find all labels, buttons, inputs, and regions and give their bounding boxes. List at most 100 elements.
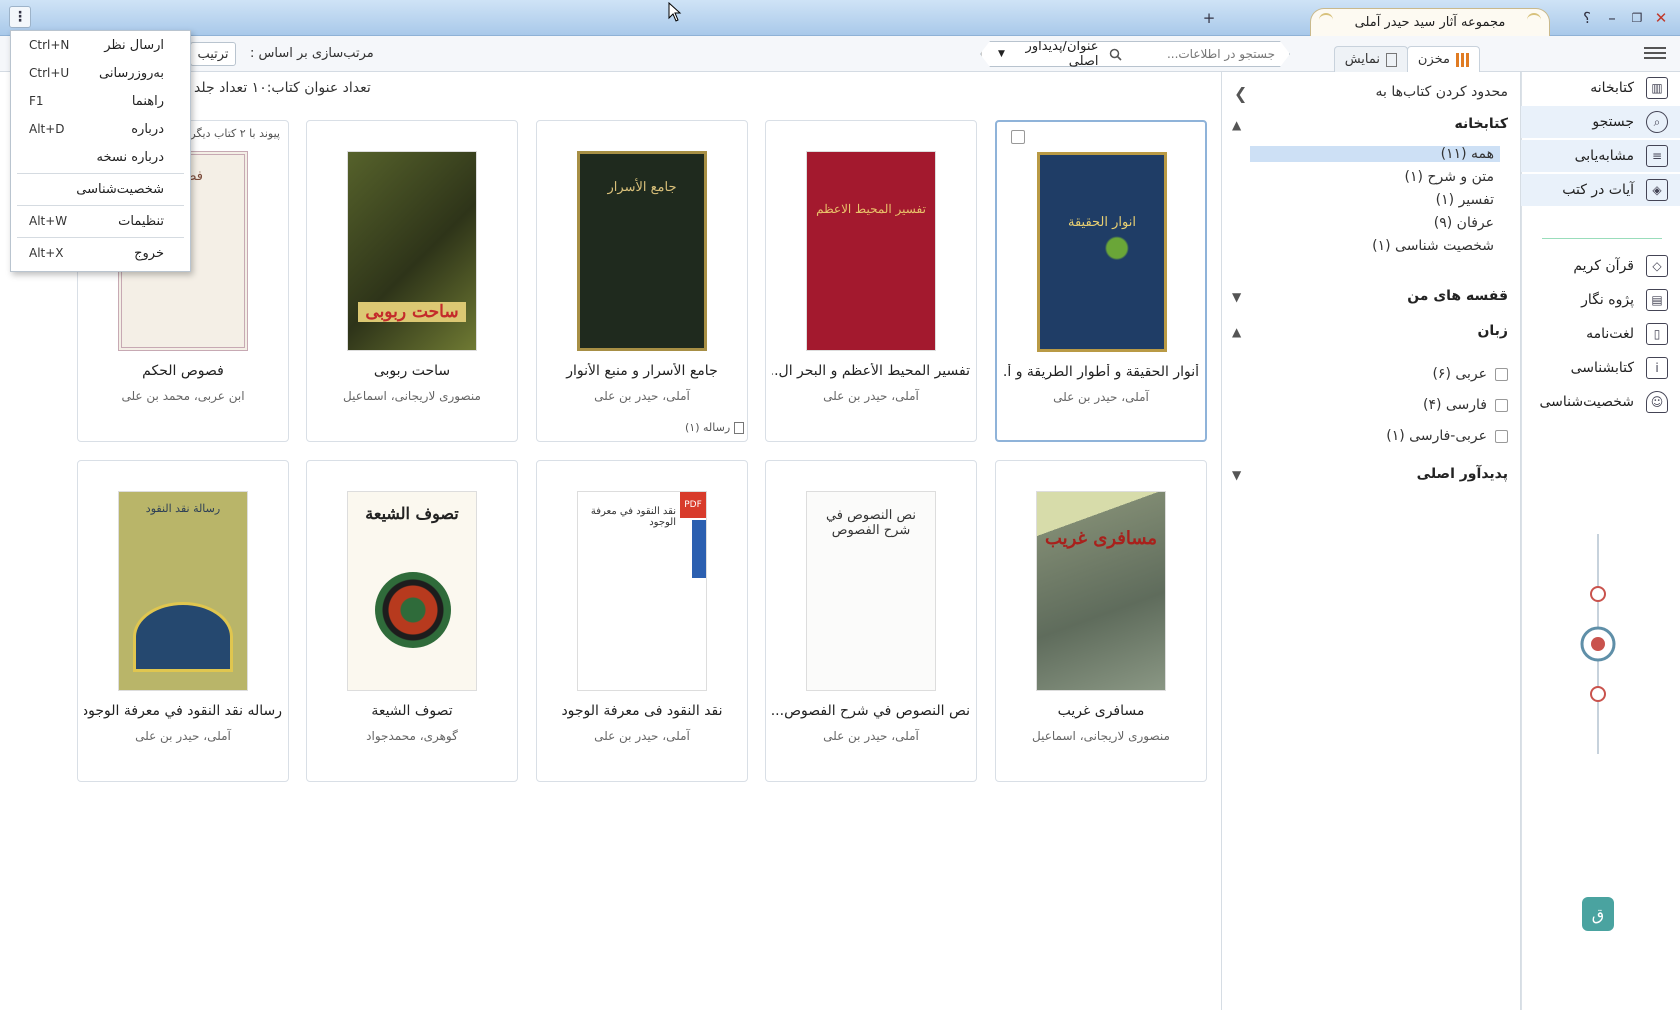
book-title[interactable]: أنوار الحقيقة و أطوار الطريقة و أ...	[1003, 364, 1199, 380]
language-option[interactable]: عربی (۶)	[1432, 366, 1508, 382]
chevron-right-icon[interactable]: ❯	[1234, 84, 1247, 103]
search-box[interactable]: عنوان/پدیدآور اصلی ▼	[980, 41, 1290, 67]
book-cover[interactable]: انوار الحقیقة	[1037, 152, 1167, 352]
library-item[interactable]: شخصیت شناسی (۱)	[1372, 238, 1494, 254]
restore-button[interactable]: ❐	[1626, 8, 1648, 28]
book-cover[interactable]: جامع الأسرار	[577, 151, 707, 351]
book-title[interactable]: نقد النقود فی معرفة الوجود	[543, 703, 741, 719]
library-item[interactable]: تفسیر (۱)	[1436, 192, 1494, 208]
menu-item-update[interactable]: به‌روزرسانی Ctrl+U	[11, 59, 190, 87]
author-header[interactable]: پدیدآور اصلی	[1417, 466, 1508, 482]
library-header[interactable]: کتابخانه	[1455, 116, 1508, 132]
library-item[interactable]: عرفان (۹)	[1434, 215, 1494, 231]
window-tab[interactable]: مجموعه آثار سید حیدر آملی	[1310, 8, 1550, 36]
tab-makhzan[interactable]: مخزن	[1406, 46, 1480, 72]
sidebar-item-person[interactable]: ☺ شخصیت‌شناسی	[1521, 386, 1680, 418]
window-title: مجموعه آثار سید حیدر آملی	[1354, 15, 1506, 30]
language-option[interactable]: عربی-فارسی (۱)	[1386, 428, 1508, 444]
language-checkbox[interactable]	[1495, 398, 1508, 412]
chevron-up-icon[interactable]: ▲	[1232, 325, 1241, 339]
cover-text: مسافری غریب	[1044, 528, 1158, 549]
sort-select[interactable]: ترتیب	[190, 42, 236, 66]
sidebar-item-similar[interactable]: ≡ مشابه‌یابی	[1521, 140, 1680, 172]
book-cover[interactable]: رسالة نقد النقود	[118, 491, 248, 691]
close-button[interactable]: ✕	[1650, 8, 1672, 28]
document-icon	[1386, 52, 1397, 67]
book-badge[interactable]: رساله (۱)	[685, 421, 745, 434]
book-author: آملی، حیدر بن علی	[594, 729, 690, 743]
language-checkbox[interactable]	[1495, 367, 1508, 381]
cover-text: تصوف الشيعة	[365, 504, 459, 523]
menu-item-settings[interactable]: تنظیمات Alt+W	[11, 207, 190, 235]
hamburger-icon[interactable]	[1644, 44, 1666, 62]
shelves-header[interactable]: قفسه های من	[1407, 288, 1508, 304]
help-button[interactable]: ؟	[1576, 8, 1598, 28]
sidebar-item-notebook[interactable]: ▤ پژوه نگار	[1521, 284, 1680, 316]
menu-item-exit[interactable]: خروج Alt+X	[11, 239, 190, 267]
book-card[interactable]: تفسیر المحیط الاعظم تفسير المحيط الأعظم …	[765, 120, 977, 442]
sidebar-item-verses[interactable]: ◈ آیات در کتب	[1521, 174, 1680, 206]
badge-label: رساله (۱)	[685, 421, 731, 434]
sidebar-item-quran[interactable]: ◇ قرآن کریم	[1521, 250, 1680, 282]
search-field-select[interactable]: عنوان/پدیدآور اصلی ▼	[981, 42, 1107, 66]
chevron-down-icon[interactable]: ▼	[1232, 468, 1241, 482]
language-header[interactable]: زبان	[1477, 323, 1508, 339]
book-cover[interactable]: تصوف الشيعة	[347, 491, 477, 691]
chevron-down-icon[interactable]: ▼	[1232, 290, 1241, 304]
book-cover[interactable]: نقد النقود في معرفة الوجود PDF	[577, 491, 707, 691]
library-item[interactable]: متن و شرح (۱)	[1405, 169, 1494, 185]
book-title[interactable]: رساله نقد النقود في معرفة الوجود	[84, 703, 282, 719]
menu-item-about-version[interactable]: درباره نسخه	[11, 143, 190, 171]
person-icon: ☺	[1646, 391, 1668, 413]
book-title[interactable]: نص النصوص في شرح الفصوص...	[772, 703, 970, 719]
language-checkbox[interactable]	[1495, 429, 1508, 443]
sidebar-item-label: آیات در کتب	[1562, 182, 1634, 198]
book-title[interactable]: ساحت ربوبی	[313, 363, 511, 379]
book-card[interactable]: مسافری غریب مسافری غریب منصوری لاریجانی،…	[995, 460, 1207, 782]
language-option[interactable]: فارسی (۴)	[1423, 397, 1508, 413]
chevron-up-icon[interactable]: ▲	[1232, 118, 1241, 132]
book-card[interactable]: ساحت ربوبی ساحت ربوبی منصوری لاریجانی، ا…	[306, 120, 518, 442]
menu-item-label: تنظیمات	[118, 213, 164, 229]
link-note[interactable]: پیوند با ۲ کتاب دیگر	[190, 127, 280, 140]
book-title[interactable]: فصوص الحکم	[84, 363, 282, 379]
book-cover[interactable]: نص النصوص في شرح الفصوص	[806, 491, 936, 691]
app-menu-button[interactable]: ⋮	[9, 6, 31, 28]
book-card[interactable]: جامع الأسرار جامع الأسرار و منبع الأنوار…	[536, 120, 748, 442]
book-card[interactable]: انوار الحقیقة أنوار الحقيقة و أطوار الطر…	[995, 120, 1207, 442]
book-title[interactable]: تفسير المحيط الأعظم و البحر ال...	[772, 363, 970, 379]
book-card[interactable]: نقد النقود في معرفة الوجود PDF نقد النقو…	[536, 460, 748, 782]
sidebar-item-label: کتابشناسی	[1570, 360, 1634, 376]
book-cover[interactable]: مسافری غریب	[1036, 491, 1166, 691]
pdf-icon: PDF	[680, 492, 706, 518]
sidebar-item-dictionary[interactable]: ▯ لغت‌نامه	[1521, 318, 1680, 350]
book-title[interactable]: جامع الأسرار و منبع الأنوار	[543, 363, 741, 379]
book-title[interactable]: تصوف الشيعة	[313, 703, 511, 719]
book-cover[interactable]: ساحت ربوبی	[347, 151, 477, 351]
dropdown-icon: ▼	[998, 49, 1005, 59]
book-card[interactable]: تصوف الشيعة تصوف الشيعة گوهری، محمدجواد	[306, 460, 518, 782]
tab-namayesh[interactable]: نمایش	[1333, 46, 1408, 72]
menu-item-feedback[interactable]: ارسال نظر Ctrl+N	[11, 31, 190, 59]
ornament-icon	[1580, 534, 1616, 754]
menu-item-help[interactable]: راهنما F1	[11, 87, 190, 115]
sidebar: ▥ کتابخانه ⌕ جستجو ≡ مشابه‌یابی ◈ آیات در کت…	[1521, 72, 1680, 1010]
filter-panel: محدود کردن کتاب‌ها به ❯ کتابخانه ▲ همه (…	[1222, 72, 1520, 1010]
book-card[interactable]: رسالة نقد النقود رساله نقد النقود في معر…	[77, 460, 289, 782]
book-checkbox[interactable]	[1011, 130, 1025, 144]
book-title[interactable]: مسافری غریب	[1002, 703, 1200, 719]
sidebar-item-search[interactable]: ⌕ جستجو	[1521, 106, 1680, 138]
library-item[interactable]: همه (۱۱)	[1250, 146, 1500, 162]
minimize-button[interactable]: –	[1601, 8, 1623, 28]
sidebar-item-library[interactable]: ▥ کتابخانه	[1521, 72, 1680, 104]
search-input[interactable]	[1125, 42, 1289, 66]
menu-item-about[interactable]: درباره Alt+D	[11, 115, 190, 143]
search-icon[interactable]	[1107, 42, 1125, 66]
menu-item-persons[interactable]: شخصیت‌شناسی	[11, 175, 190, 203]
toolbar: مخزن نمایش عنوان/پدیدآور اصلی ▼ مرتب‌ساز…	[0, 36, 1680, 72]
sort-label: مرتب‌سازی بر اساس :	[250, 46, 374, 61]
new-tab-button[interactable]: +	[1198, 8, 1220, 28]
sidebar-item-bibliography[interactable]: i کتابشناسی	[1521, 352, 1680, 384]
book-card[interactable]: نص النصوص في شرح الفصوص نص النصوص في شرح…	[765, 460, 977, 782]
book-cover[interactable]: تفسیر المحیط الاعظم	[806, 151, 936, 351]
